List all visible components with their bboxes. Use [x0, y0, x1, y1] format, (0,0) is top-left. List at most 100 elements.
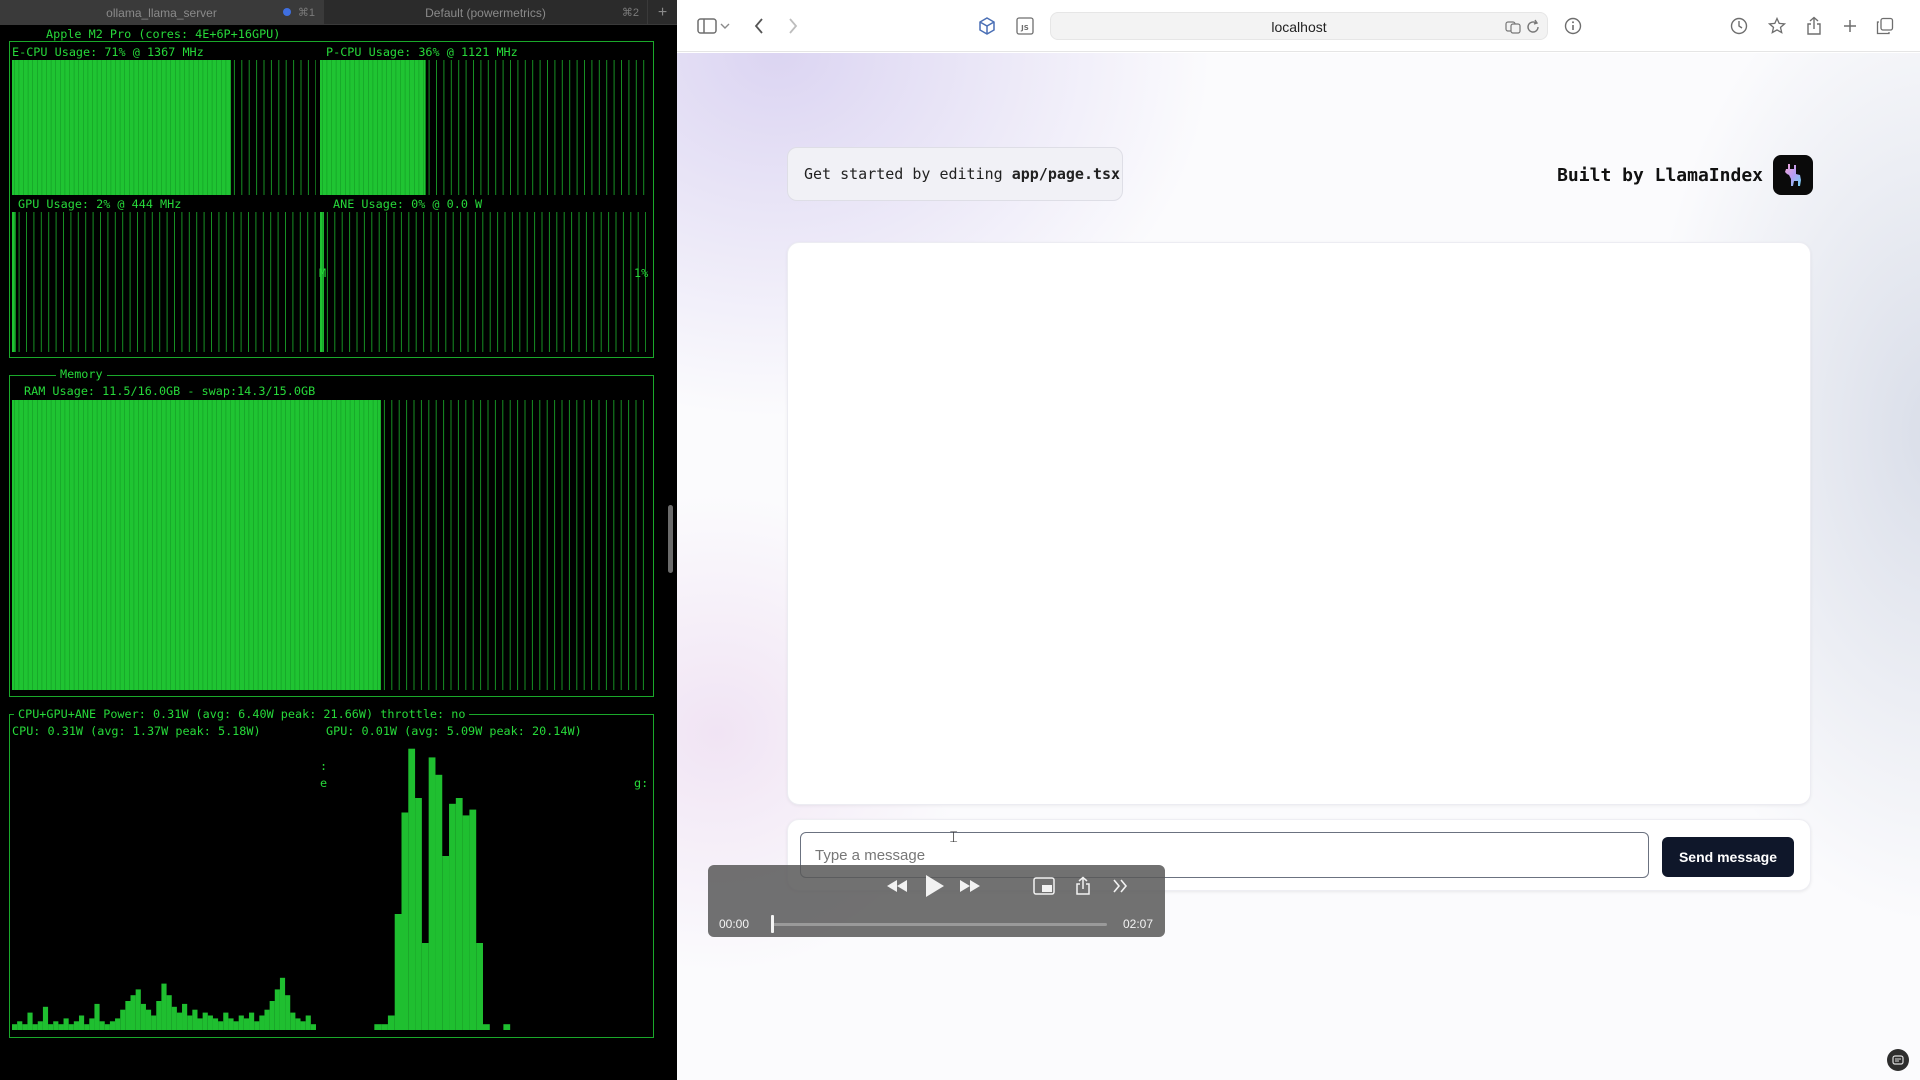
- graph-tick: [635, 400, 637, 690]
- graph-tick: [248, 60, 250, 195]
- graph-stripe: [14, 400, 15, 690]
- graph-tick: [255, 212, 257, 352]
- tab-overview-icon[interactable]: [1873, 14, 1897, 38]
- gpu-usage-label: GPU Usage: 2% @ 444 MHz: [18, 197, 182, 211]
- graph-tick: [460, 212, 462, 352]
- translate-icon[interactable]: [1505, 19, 1521, 35]
- info-icon[interactable]: [1561, 14, 1585, 38]
- graph-tick: [489, 212, 491, 352]
- terminal-tab-ollama[interactable]: ollama_llama_server ⌘1: [0, 0, 324, 25]
- graph-tick: [605, 400, 607, 690]
- address-bar[interactable]: localhost: [1050, 12, 1548, 40]
- graph-stripe: [60, 400, 61, 690]
- built-by-link[interactable]: Built by LlamaIndex: [1557, 155, 1813, 195]
- power-panel-title: CPU+GPU+ANE Power: 0.31W (avg: 6.40W pea…: [14, 707, 470, 721]
- forward-icon[interactable]: [781, 14, 805, 38]
- fast-forward-icon[interactable]: [957, 873, 983, 899]
- graph-bar: [120, 1009, 126, 1030]
- rewind-icon[interactable]: [884, 873, 910, 899]
- history-icon[interactable]: [1727, 14, 1751, 38]
- new-tab-icon[interactable]: [1838, 14, 1862, 38]
- bookmark-star-icon[interactable]: [1765, 14, 1789, 38]
- graph-stripe: [322, 212, 323, 352]
- graph-tick: [218, 212, 220, 352]
- graph-bar: [151, 1015, 157, 1030]
- seek-handle[interactable]: [771, 915, 774, 933]
- sidebar-toggle-icon[interactable]: [695, 14, 719, 38]
- graph-tick: [628, 60, 630, 195]
- graph-stripe: [165, 400, 167, 690]
- graph-bar: [374, 1024, 382, 1030]
- graph-stripe: [345, 400, 346, 690]
- graph-tick: [211, 212, 212, 352]
- graph-tick: [591, 400, 593, 690]
- graph-tick: [334, 212, 336, 352]
- graph-tick: [524, 400, 526, 690]
- more-options-icon[interactable]: [1110, 873, 1130, 899]
- graph-stripe: [262, 400, 263, 690]
- reload-icon[interactable]: [1525, 19, 1541, 35]
- bars-ecpu-svg: [12, 60, 317, 195]
- graph-stripe: [50, 60, 52, 195]
- graph-tick: [539, 400, 541, 690]
- graph-tick: [181, 212, 183, 352]
- play-icon[interactable]: [921, 873, 947, 899]
- graph-stripe: [372, 400, 374, 690]
- graph-stripe: [202, 60, 204, 195]
- graph-stripe: [32, 60, 33, 195]
- picture-in-picture-icon[interactable]: [1032, 873, 1056, 899]
- graph-tick: [40, 212, 42, 352]
- terminal-tab-powermetrics[interactable]: Default (powermetrics) ⌘2: [324, 0, 648, 25]
- graph-stripe: [46, 400, 47, 690]
- graph-tick: [107, 212, 109, 352]
- graph-stripe: [41, 400, 43, 690]
- graph-tick: [472, 400, 474, 690]
- bars-gpu-power-svg: [374, 748, 511, 1030]
- graph-tick: [556, 212, 558, 352]
- back-icon[interactable]: [747, 14, 771, 38]
- graph-tick: [561, 400, 563, 690]
- seek-bar[interactable]: [772, 923, 1107, 926]
- graph-stripe: [101, 400, 102, 690]
- chevron-down-icon[interactable]: [717, 14, 733, 38]
- graph-tick: [270, 212, 272, 352]
- extension-cube-icon[interactable]: [975, 14, 999, 38]
- graph-bar: [264, 1009, 270, 1030]
- graph-stripe: [129, 400, 130, 690]
- graph-stripe: [18, 400, 20, 690]
- graph-bar: [295, 1018, 301, 1030]
- terminal-scrollbar[interactable]: [668, 505, 673, 573]
- graph-tick: [497, 212, 499, 352]
- graph-tick: [568, 400, 570, 690]
- graph-tick: [233, 212, 235, 352]
- graph-tick: [241, 60, 243, 195]
- graph-tick: [578, 212, 580, 352]
- graph-tick: [203, 212, 205, 352]
- graph-tick: [598, 400, 600, 690]
- graph-bar: [42, 1006, 49, 1030]
- graph-stripe: [147, 60, 148, 195]
- assistant-badge-icon[interactable]: [1887, 1049, 1909, 1071]
- javascript-extension-icon[interactable]: JS: [1013, 14, 1037, 38]
- graph-stripe: [87, 400, 89, 690]
- graph-bar: [27, 1012, 33, 1030]
- graph-stripe: [225, 400, 227, 690]
- graph-tick: [606, 60, 608, 195]
- graph-tick: [129, 212, 131, 352]
- send-message-button[interactable]: Send message: [1662, 837, 1794, 877]
- graph-stripe: [96, 400, 98, 690]
- graph-tick: [502, 400, 504, 690]
- graph-stripe: [188, 60, 190, 195]
- graph-tick: [435, 400, 437, 690]
- graph-stripe: [326, 400, 328, 690]
- graph-bar: [115, 1018, 121, 1030]
- share-icon[interactable]: [1073, 873, 1093, 899]
- graph-tick: [326, 212, 328, 352]
- gpu-power-graph: [320, 740, 646, 1030]
- graph-stripe: [234, 400, 236, 690]
- graph-stripe: [290, 400, 291, 690]
- new-tab-button[interactable]: +: [648, 0, 677, 25]
- llama-logo-icon: [1773, 155, 1813, 195]
- share-icon[interactable]: [1802, 14, 1826, 38]
- graph-stripe: [23, 60, 24, 195]
